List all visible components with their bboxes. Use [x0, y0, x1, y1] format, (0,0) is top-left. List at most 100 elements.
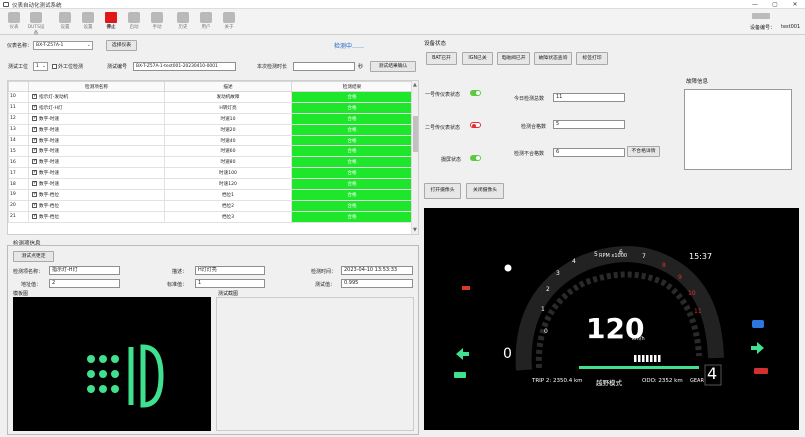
- row-checkbox[interactable]: [32, 126, 37, 132]
- col-header-name[interactable]: 检测项名称: [28, 81, 165, 92]
- meter-name-select[interactable]: BX-T-Z57A-1 ⌄: [33, 41, 93, 50]
- detail-time-field[interactable]: 2023-04-10 13:53:33: [341, 266, 413, 275]
- minimize-icon[interactable]: —: [748, 0, 762, 9]
- table-row[interactable]: 14数字-时速时速40合格: [8, 134, 413, 147]
- row-index-cell: 20: [8, 199, 29, 212]
- bat-button[interactable]: BAT已开: [426, 52, 457, 65]
- row-name-cell[interactable]: 数字-时速: [28, 156, 165, 169]
- row-name-cell[interactable]: 数字-时速: [28, 178, 165, 191]
- turn-right-icon: [751, 342, 764, 354]
- row-name-cell[interactable]: 数字-时速: [28, 134, 165, 147]
- table-row[interactable]: 11指示灯-H灯H转灯亮合格: [8, 101, 413, 114]
- select-meter-button[interactable]: 选择仪表: [106, 40, 137, 51]
- row-checkbox[interactable]: [32, 147, 37, 154]
- detail-measured-field[interactable]: 0.995: [341, 279, 413, 288]
- table-row[interactable]: 16数字-时速时速80合格: [8, 156, 413, 169]
- table-row[interactable]: 13数字-时速时速20合格: [8, 123, 413, 136]
- row-index-cell: 12: [8, 112, 29, 125]
- user-account-icon[interactable]: [752, 13, 770, 19]
- fail-count-field[interactable]: 6: [553, 148, 625, 157]
- row-desc-cell: 时速10: [164, 112, 292, 125]
- scrollbar-thumb[interactable]: [413, 116, 418, 152]
- row-name-cell[interactable]: 数字-档位: [28, 210, 165, 223]
- row-name-cell[interactable]: 数字-时速: [28, 145, 165, 158]
- table-row[interactable]: 18数字-时速时速120合格: [8, 178, 413, 191]
- table-row[interactable]: 20数字-档位档位2合格: [8, 199, 413, 212]
- toolbar-start-button[interactable]: 启动: [124, 11, 144, 33]
- test-point-button[interactable]: 测试点更定: [13, 251, 54, 262]
- fail-detail-button[interactable]: 不合格详情: [627, 146, 660, 157]
- scroll-down-icon[interactable]: ▼: [413, 227, 417, 233]
- solenoid-button[interactable]: 电磁阀已开: [497, 52, 530, 65]
- table-scrollbar[interactable]: ▲ ▼: [411, 81, 418, 234]
- status-meter1-toggle: [470, 90, 481, 96]
- table-row[interactable]: 10指示灯-发动机发动机故障合格: [8, 91, 413, 103]
- detail-desc-field[interactable]: H灯灯亮: [195, 266, 265, 275]
- row-checkbox[interactable]: [32, 169, 37, 176]
- test-no-field[interactable]: BX-T-Z57A-1-test001-20230410-0001: [133, 62, 236, 71]
- toolbar-about-button[interactable]: 关于: [219, 11, 239, 33]
- scroll-up-icon[interactable]: ▲: [413, 82, 417, 88]
- row-checkbox[interactable]: [32, 158, 37, 165]
- row-name-cell[interactable]: 数字-时速: [28, 112, 165, 125]
- indicator-dot: [99, 370, 107, 378]
- label-print-button[interactable]: 标签打印: [576, 52, 608, 65]
- open-camera-button[interactable]: 打开摄像头: [424, 183, 461, 199]
- row-checkbox[interactable]: [32, 137, 37, 143]
- close-icon[interactable]: ✕: [788, 0, 802, 9]
- maximize-icon[interactable]: ▢: [768, 0, 782, 9]
- table-row[interactable]: 12数字-时速时速10合格: [8, 112, 413, 125]
- row-index-cell: 10: [8, 91, 29, 103]
- test-image-label: 测试截图: [218, 291, 239, 297]
- row-name-cell[interactable]: 数字-档位: [28, 199, 165, 212]
- external-station-checkbox[interactable]: [52, 64, 57, 69]
- duration-field[interactable]: [293, 62, 355, 71]
- row-name-cell[interactable]: 数字-档位: [28, 189, 165, 201]
- close-camera-button[interactable]: 关闭摄像头: [466, 183, 504, 199]
- fault-query-button[interactable]: 故障状态查询: [534, 52, 572, 65]
- toolbar-stop-button[interactable]: 停止: [101, 11, 121, 33]
- table-row[interactable]: 15数字-时速时速60合格: [8, 145, 413, 158]
- pass-count-field[interactable]: 5: [553, 120, 625, 129]
- row-name-cell[interactable]: 数字-时速: [28, 123, 165, 136]
- ign-button[interactable]: IGN已关: [462, 52, 493, 65]
- table-row[interactable]: 17数字-时速时速100合格: [8, 167, 413, 180]
- toolbar-duts-button[interactable]: DUTS设备: [26, 11, 46, 36]
- about-icon: [223, 12, 235, 23]
- col-header-result[interactable]: 检测结果: [291, 81, 413, 92]
- row-index-cell: 13: [8, 123, 29, 136]
- row-name-cell[interactable]: 指示灯-发动机: [28, 91, 165, 103]
- row-checkbox[interactable]: [32, 191, 37, 197]
- row-result-cell: 合格: [291, 134, 413, 147]
- toolbar-gear-button[interactable]: 设置: [78, 11, 98, 33]
- row-checkbox[interactable]: [32, 202, 37, 208]
- row-checkbox[interactable]: [32, 115, 37, 121]
- toolbar-history-button[interactable]: 历史: [173, 11, 193, 33]
- table-row[interactable]: 21数字-档位档位3合格: [8, 210, 413, 223]
- toolbar-manual-button[interactable]: 手动: [147, 11, 167, 33]
- toolbar-meter-button[interactable]: 仪表: [4, 11, 24, 33]
- detail-name-label: 检测项名称：: [13, 269, 44, 275]
- row-name-cell[interactable]: 数字-时速: [28, 167, 165, 180]
- today-count-field[interactable]: 11: [553, 93, 625, 102]
- station-select[interactable]: 1 ⌄: [33, 62, 48, 71]
- odo-display: ODO: 2352 km: [642, 378, 683, 384]
- table-row[interactable]: 19数字-档位档位1合格: [8, 189, 413, 201]
- toolbar-settings-button[interactable]: 设置: [55, 11, 75, 33]
- detail-addr-field[interactable]: 2: [49, 279, 120, 288]
- detail-measured-label: 测试值：: [315, 282, 336, 288]
- detail-name-field[interactable]: 指示灯-H灯: [49, 266, 120, 275]
- fault-info-box[interactable]: [684, 89, 792, 170]
- indicator-dot: [87, 370, 95, 378]
- row-checkbox[interactable]: [32, 104, 37, 110]
- detail-std-field[interactable]: 1: [195, 279, 265, 288]
- row-checkbox[interactable]: [32, 180, 37, 187]
- confirm-result-button[interactable]: 测试结果确认: [370, 61, 416, 72]
- row-checkbox[interactable]: [32, 93, 37, 99]
- row-name-cell[interactable]: 指示灯-H灯: [28, 101, 165, 114]
- row-checkbox[interactable]: [32, 213, 37, 219]
- toolbar-user-button[interactable]: 用户: [196, 11, 216, 33]
- col-header-desc[interactable]: 描述: [164, 81, 292, 92]
- tach-number: 3: [556, 270, 560, 277]
- row-result-cell: 合格: [291, 145, 413, 158]
